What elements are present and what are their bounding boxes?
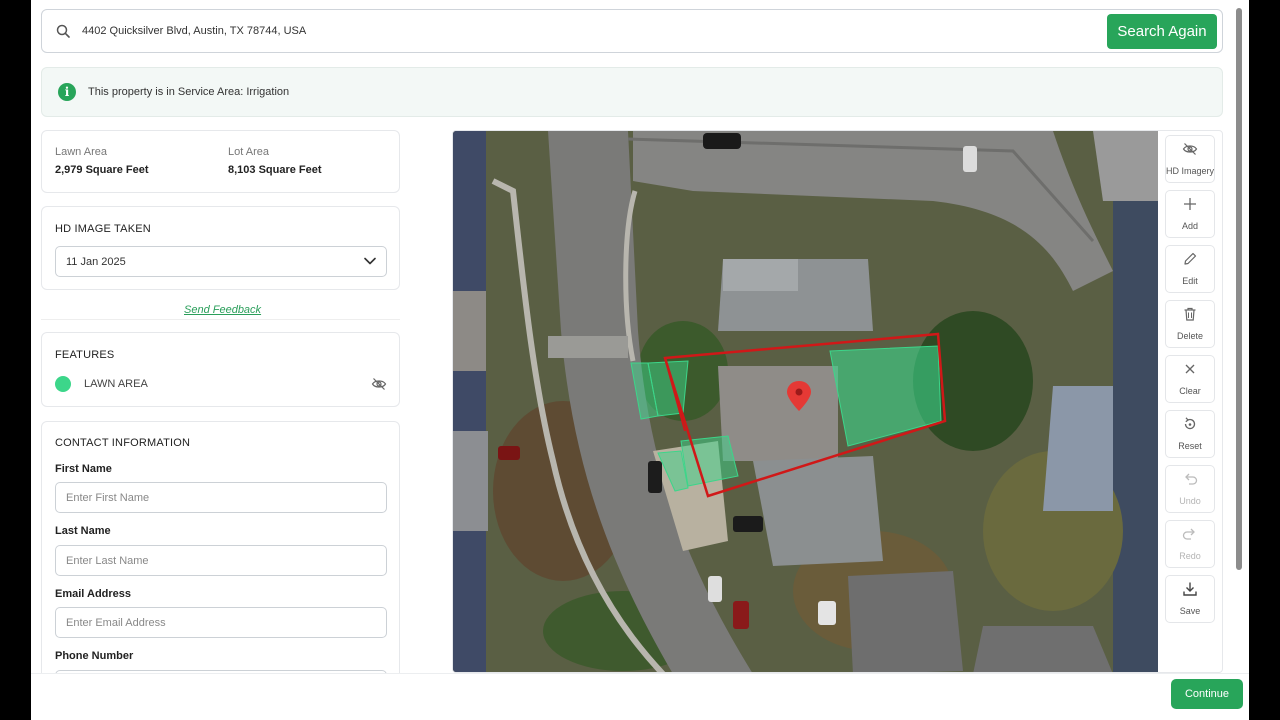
scrollbar-thumb[interactable] — [1236, 8, 1242, 570]
lawn-area-value: 2,979 Square Feet — [55, 164, 149, 176]
first-name-field[interactable] — [55, 482, 387, 513]
continue-button[interactable]: Continue — [1171, 679, 1243, 709]
contact-title: CONTACT INFORMATION — [55, 437, 191, 449]
lawn-area-block: Lawn Area 2,979 Square Feet — [55, 146, 149, 176]
lot-area-label: Lot Area — [228, 146, 269, 158]
search-again-button[interactable]: Search Again — [1107, 14, 1217, 49]
clear-tool[interactable]: Clear — [1165, 355, 1215, 403]
first-name-label: First Name — [55, 463, 112, 475]
phone-number-label: Phone Number — [55, 650, 134, 662]
contact-information-card: CONTACT INFORMATION First Name Last Name… — [41, 421, 400, 701]
hd-image-card: HD IMAGE TAKEN 11 Jan 2025 — [41, 206, 400, 290]
last-name-field[interactable] — [55, 545, 387, 576]
address-input[interactable] — [82, 25, 1222, 37]
trash-icon — [1182, 306, 1198, 327]
close-icon — [1182, 361, 1198, 382]
info-icon: i — [58, 83, 76, 101]
delete-label: Delete — [1176, 331, 1203, 341]
search-icon — [54, 22, 72, 40]
map-toolbar: HD Imagery Add Edit Delete Clear Reset U… — [1165, 135, 1217, 630]
save-tool[interactable]: Save — [1165, 575, 1215, 623]
email-field[interactable] — [55, 607, 387, 638]
features-title: FEATURES — [55, 349, 115, 361]
eye-off-icon[interactable] — [371, 376, 387, 392]
add-label: Add — [1181, 221, 1198, 231]
hd-image-date-select[interactable]: 11 Jan 2025 — [55, 246, 387, 277]
plus-icon — [1182, 196, 1198, 217]
send-feedback-link[interactable]: Send Feedback — [184, 304, 261, 316]
reset-label: Reset — [1178, 441, 1202, 451]
address-search-bar: Search Again — [41, 9, 1223, 53]
reset-tool[interactable]: Reset — [1165, 410, 1215, 458]
download-icon — [1182, 581, 1198, 602]
pencil-icon — [1182, 251, 1198, 272]
undo-label: Undo — [1179, 496, 1201, 506]
lawn-area-label: Lawn Area — [55, 146, 107, 158]
lawn-area-color-dot — [55, 376, 71, 392]
chevron-down-icon — [364, 256, 376, 268]
feature-label: LAWN AREA — [84, 378, 148, 390]
undo-icon — [1182, 471, 1198, 492]
clear-label: Clear — [1179, 386, 1201, 396]
divider — [41, 319, 400, 320]
redo-icon — [1182, 526, 1198, 547]
lot-area-value: 8,103 Square Feet — [228, 164, 322, 176]
scrollbar-track — [1249, 0, 1280, 720]
feature-item-lawn-area[interactable]: LAWN AREA — [55, 376, 387, 392]
service-area-notice: i This property is in Service Area: Irri… — [41, 67, 1223, 117]
footer-bar: Continue — [31, 673, 1249, 720]
redo-label: Redo — [1179, 551, 1201, 561]
features-card: FEATURES LAWN AREA — [41, 332, 400, 407]
map-panel: HD Imagery Add Edit Delete Clear Reset U… — [452, 130, 1223, 673]
lot-area-block: Lot Area 8,103 Square Feet — [228, 146, 322, 176]
edit-label: Edit — [1182, 276, 1198, 286]
hd-imagery-label: HD Imagery — [1166, 166, 1215, 176]
undo-tool[interactable]: Undo — [1165, 465, 1215, 513]
add-tool[interactable]: Add — [1165, 190, 1215, 238]
edit-tool[interactable]: Edit — [1165, 245, 1215, 293]
satellite-map[interactable] — [453, 131, 1158, 672]
redo-tool[interactable]: Redo — [1165, 520, 1215, 568]
eye-off-icon — [1182, 141, 1198, 162]
last-name-label: Last Name — [55, 525, 111, 537]
hd-imagery-tool[interactable]: HD Imagery — [1165, 135, 1215, 183]
page: Search Again i This property is in Servi… — [31, 0, 1249, 720]
delete-tool[interactable]: Delete — [1165, 300, 1215, 348]
reset-icon — [1182, 416, 1198, 437]
email-label: Email Address — [55, 588, 132, 600]
area-summary-card: Lawn Area 2,979 Square Feet Lot Area 8,1… — [41, 130, 400, 193]
service-area-text: This property is in Service Area: Irriga… — [88, 86, 290, 98]
satellite-map-image — [453, 131, 1158, 672]
hd-image-date-value: 11 Jan 2025 — [66, 255, 126, 268]
hd-image-title: HD IMAGE TAKEN — [55, 223, 151, 235]
save-label: Save — [1179, 606, 1201, 616]
